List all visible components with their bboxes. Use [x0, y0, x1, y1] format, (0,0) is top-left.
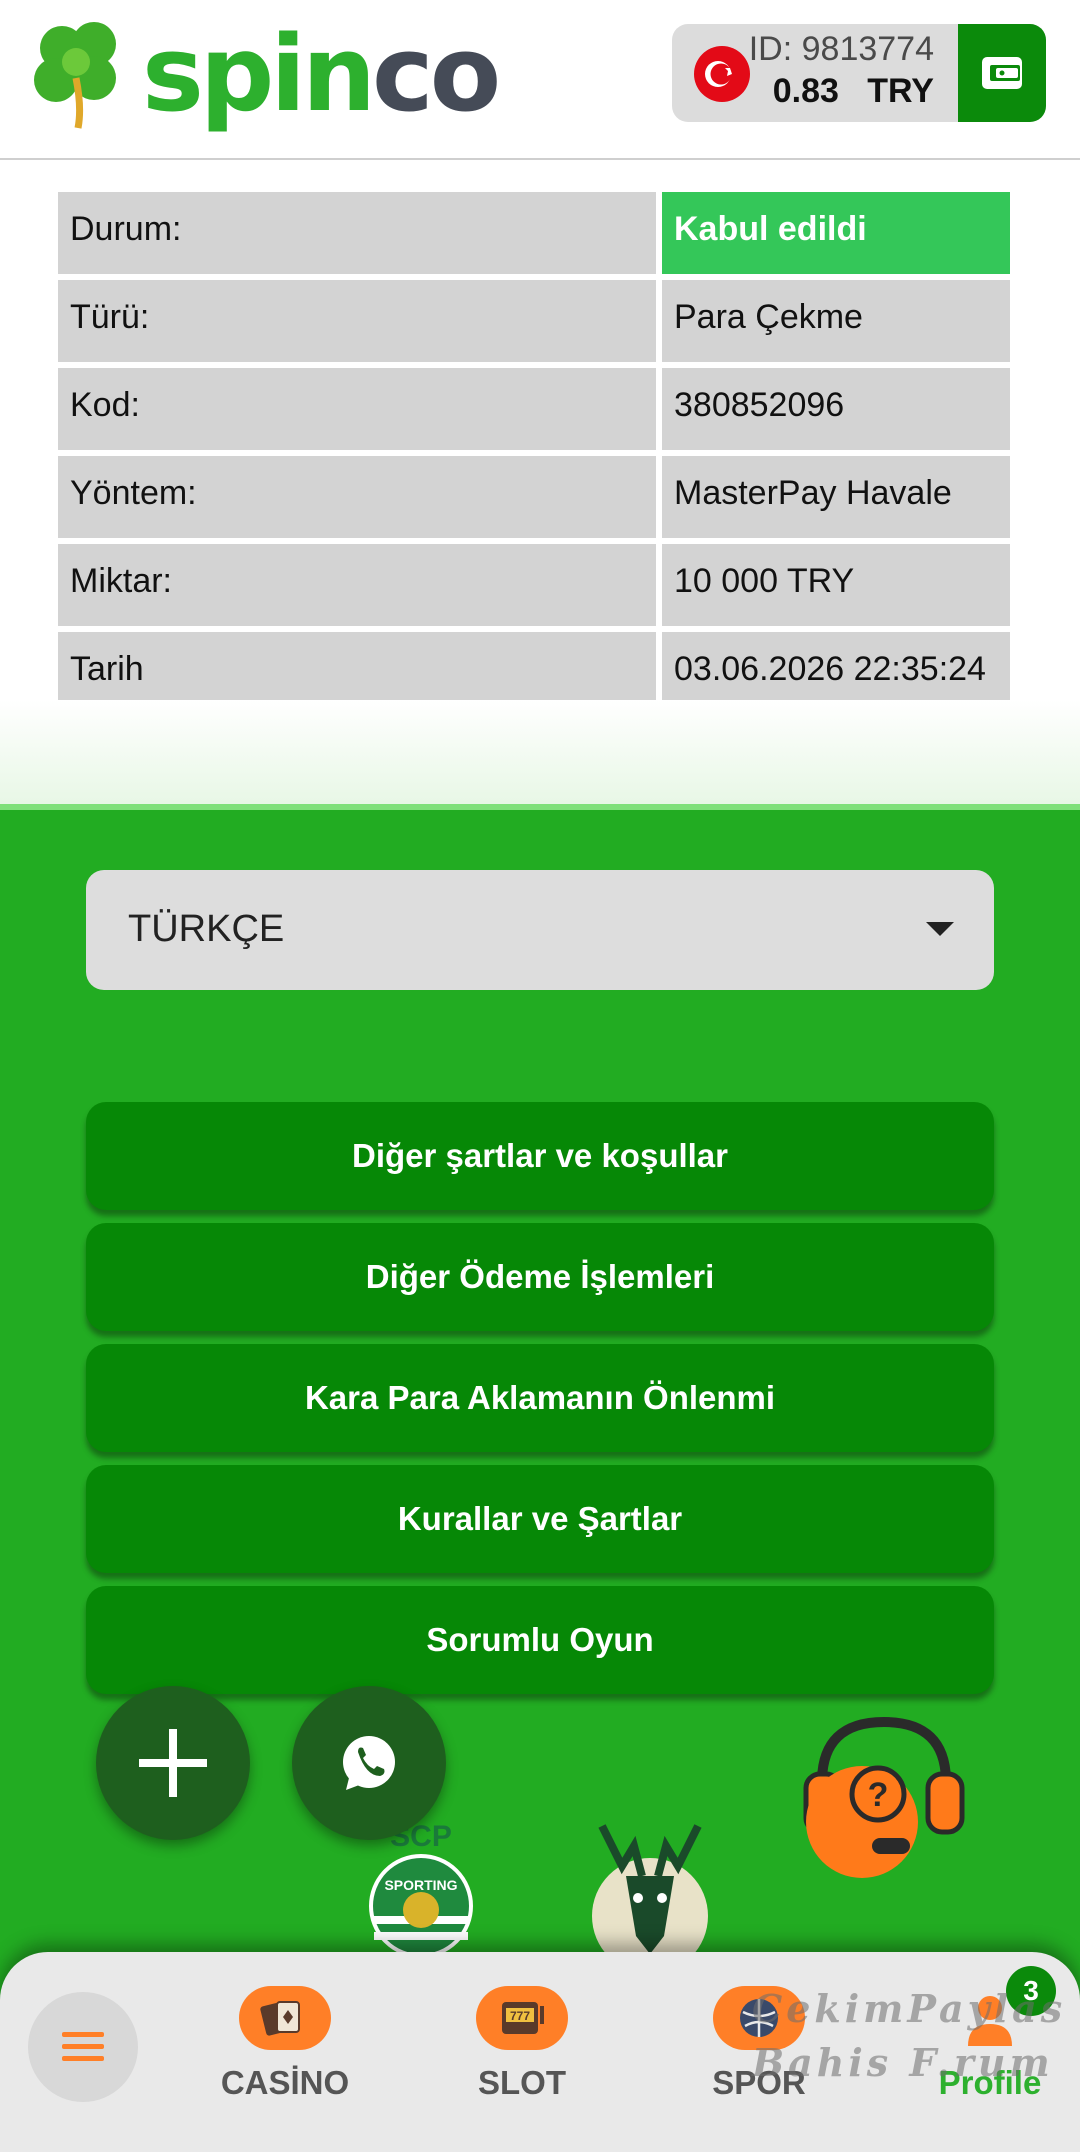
- amount-value: 10 000 TRY: [662, 544, 1010, 626]
- watermark: CekimPaylas Bahis F.rum: [752, 1982, 1080, 2090]
- brand-name: spinco: [142, 13, 501, 135]
- svg-text:?: ?: [868, 1776, 889, 1814]
- language-value: TÜRKÇE: [128, 908, 285, 950]
- cards-icon: [239, 1986, 331, 2050]
- type-value: Para Çekme: [662, 280, 1010, 362]
- table-row: Miktar: 10 000 TRY: [58, 544, 1010, 626]
- wallet-button[interactable]: [958, 24, 1046, 122]
- language-select[interactable]: TÜRKÇE: [86, 870, 994, 990]
- plus-icon: [139, 1729, 207, 1797]
- nav-slot-label: SLOT: [478, 2064, 566, 2101]
- payment-operations-button[interactable]: Diğer Ödeme İşlemleri: [86, 1223, 994, 1331]
- type-label: Türü:: [58, 280, 656, 362]
- method-value: MasterPay Havale: [662, 456, 1010, 538]
- bucks-logo: [572, 1806, 728, 1974]
- transaction-details-table: Durum: Kabul edildi Türü: Para Çekme Kod…: [52, 186, 1016, 720]
- turkey-flag-icon: [694, 46, 750, 102]
- rules-terms-button[interactable]: Kurallar ve Şartlar: [86, 1465, 994, 1573]
- support-headset-icon[interactable]: ?: [792, 1702, 976, 1882]
- anti-money-laundering-button[interactable]: Kara Para Aklamanın Önlenmi: [86, 1344, 994, 1452]
- app-header: spinco ID: 9813774 0.83 TRY: [0, 0, 1080, 160]
- nav-casino[interactable]: CASİNO: [185, 1986, 385, 2102]
- clover-icon: [34, 22, 116, 129]
- watermark-line-1: CekimPaylas: [752, 1986, 1067, 2031]
- wallet-icon: [982, 57, 1022, 89]
- caret-down-icon: [926, 922, 954, 936]
- slot-machine-icon: 777: [476, 1986, 568, 2050]
- balance-amount: 0.83 TRY: [772, 72, 934, 110]
- user-id: ID: 9813774: [748, 30, 934, 68]
- watermark-line-2: Bahis F.rum: [752, 2040, 1054, 2085]
- nav-casino-label: CASİNO: [220, 2064, 350, 2101]
- status-label: Durum:: [58, 192, 656, 274]
- balance-box[interactable]: ID: 9813774 0.83 TRY: [672, 24, 1046, 122]
- terms-conditions-button[interactable]: Diğer şartlar ve koşullar: [86, 1102, 994, 1210]
- table-row: Kod: 380852096: [58, 368, 1010, 450]
- responsible-gaming-button[interactable]: Sorumlu Oyun: [86, 1586, 994, 1694]
- sporting-name-text: SPORTING: [384, 1877, 457, 1893]
- whatsapp-icon: [343, 1736, 395, 1790]
- code-value: 380852096: [662, 368, 1010, 450]
- table-row: Yöntem: MasterPay Havale: [58, 456, 1010, 538]
- code-label: Kod:: [58, 368, 656, 450]
- section-fade: [0, 700, 1080, 804]
- spinco-logo[interactable]: spinco: [32, 13, 501, 135]
- add-fab-button[interactable]: [96, 1686, 250, 1840]
- status-value: Kabul edildi: [662, 192, 1010, 274]
- menu-button[interactable]: [28, 1992, 138, 2102]
- whatsapp-button[interactable]: [292, 1686, 446, 1840]
- amount-label: Miktar:: [58, 544, 656, 626]
- svg-text:777: 777: [510, 2009, 530, 2023]
- method-label: Yöntem:: [58, 456, 656, 538]
- table-row: Durum: Kabul edildi: [58, 192, 1010, 274]
- nav-slot[interactable]: 777 SLOT: [422, 1986, 622, 2102]
- table-row: Türü: Para Çekme: [58, 280, 1010, 362]
- hamburger-icon: [62, 2032, 104, 2061]
